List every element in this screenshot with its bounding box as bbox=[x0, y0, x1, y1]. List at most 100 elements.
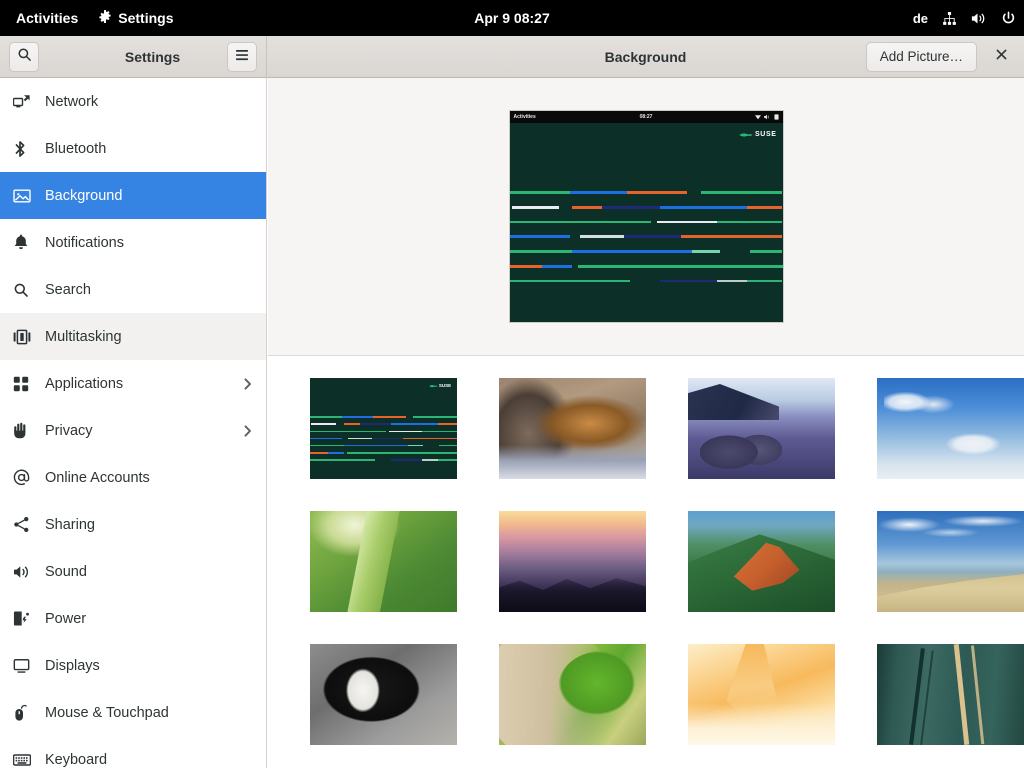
wallpaper-bar bbox=[408, 445, 423, 447]
sidebar-item-label: Online Accounts bbox=[45, 470, 254, 486]
wallpaper-preview-area: Activities 08:27 SUSE bbox=[268, 78, 1024, 356]
wallpaper-thumb-lake-shore[interactable] bbox=[877, 511, 1024, 612]
sidebar-item-label: Mouse & Touchpad bbox=[45, 705, 254, 721]
brown-bear-wallpaper bbox=[499, 378, 646, 479]
sidebar-item-search[interactable]: Search bbox=[0, 266, 266, 313]
wallpaper-bar bbox=[344, 445, 413, 447]
wallpaper-bar bbox=[342, 416, 374, 418]
wallpaper-bar bbox=[701, 191, 783, 194]
wallpaper-thumb-forest-ridge[interactable] bbox=[688, 511, 835, 612]
multitasking-icon bbox=[13, 327, 39, 347]
volume-icon bbox=[13, 562, 39, 582]
wallpaper-bar bbox=[360, 423, 391, 425]
suse-brand-text: SUSE bbox=[755, 131, 776, 138]
background-settings-panel: Activities 08:27 SUSE bbox=[268, 78, 1024, 768]
volume-icon bbox=[764, 114, 771, 120]
wallpaper-thumb-suse-bars[interactable]: SUSE bbox=[310, 378, 457, 479]
wallpaper-bar bbox=[578, 265, 783, 268]
sidebar-item-online-accounts[interactable]: Online Accounts bbox=[0, 454, 266, 501]
blue-sky-wallpaper bbox=[877, 378, 1024, 479]
wallpaper-thumb-beach-rocks[interactable] bbox=[688, 378, 835, 479]
wallpaper-bar bbox=[403, 438, 457, 440]
wallpaper-thumb-brown-bear[interactable] bbox=[499, 378, 646, 479]
wallpaper-bar bbox=[344, 423, 360, 425]
chevron-right-icon bbox=[242, 376, 254, 392]
sidebar-item-bluetooth[interactable]: Bluetooth bbox=[0, 125, 266, 172]
wallpaper-bar bbox=[717, 280, 747, 283]
wallpaper-bar bbox=[310, 431, 386, 433]
system-status-area[interactable]: de bbox=[913, 0, 1016, 36]
sidebar-item-background[interactable]: Background bbox=[0, 172, 266, 219]
network-wired-icon[interactable] bbox=[942, 11, 957, 26]
sidebar-item-multitasking[interactable]: Multitasking bbox=[0, 313, 266, 360]
sidebar-item-label: Notifications bbox=[45, 235, 254, 251]
wallpaper-bar bbox=[510, 265, 543, 268]
wallpaper-thumb-green-grass[interactable] bbox=[310, 511, 457, 612]
wallpaper-bar bbox=[311, 423, 336, 425]
wallpaper-bar bbox=[542, 265, 572, 268]
sidebar-item-displays[interactable]: Displays bbox=[0, 642, 266, 689]
wallpaper-bar bbox=[692, 250, 719, 253]
add-picture-label: Add Picture… bbox=[880, 49, 963, 64]
wallpaper-bar bbox=[572, 250, 700, 253]
search-button[interactable] bbox=[9, 42, 39, 72]
wallpaper-thumb-sleeping-monkey[interactable] bbox=[310, 644, 457, 745]
wallpaper-thumb-rope-knot[interactable] bbox=[877, 644, 1024, 745]
wallpaper-bar bbox=[347, 452, 457, 454]
sidebar-item-notifications[interactable]: Notifications bbox=[0, 219, 266, 266]
mountain-sunset-wallpaper bbox=[499, 511, 646, 612]
settings-sidebar[interactable]: Network Bluetooth Background bbox=[0, 78, 267, 768]
gnome-top-bar: Activities Settings Apr 9 08:27 de bbox=[0, 0, 1024, 36]
keyboard-layout-indicator[interactable]: de bbox=[913, 11, 928, 26]
desktop-preview[interactable]: Activities 08:27 SUSE bbox=[509, 110, 784, 323]
forest-ridge-wallpaper bbox=[688, 511, 835, 612]
activities-label: Activities bbox=[16, 10, 78, 26]
power-icon[interactable] bbox=[1001, 11, 1016, 26]
wallpaper-thumb-green-abstract[interactable] bbox=[499, 644, 646, 745]
wallpaper-row bbox=[310, 511, 1024, 612]
wallpaper-row bbox=[310, 644, 1024, 745]
wallpaper-bar bbox=[627, 191, 687, 194]
wallpaper-thumb-orange-petals[interactable] bbox=[688, 644, 835, 745]
wallpaper-row: SUSE bbox=[310, 378, 1024, 479]
wallpaper-bar bbox=[328, 452, 344, 454]
wallpaper-bar bbox=[310, 438, 342, 440]
activities-button[interactable]: Activities bbox=[6, 0, 88, 36]
sidebar-item-keyboard[interactable]: Keyboard bbox=[0, 736, 266, 768]
wallpaper-bar bbox=[512, 206, 558, 209]
wallpaper-thumb-mountain-sunset[interactable] bbox=[499, 511, 646, 612]
close-button[interactable] bbox=[988, 44, 1014, 70]
sidebar-item-network[interactable]: Network bbox=[0, 78, 266, 125]
wallpaper-bar bbox=[747, 206, 782, 209]
wallpaper-bar bbox=[438, 459, 457, 461]
wallpaper-bar bbox=[348, 438, 372, 440]
wallpaper-thumb-blue-sky[interactable] bbox=[877, 378, 1024, 479]
sidebar-item-label: Network bbox=[45, 94, 254, 110]
wallpaper-bar bbox=[580, 235, 624, 238]
app-menu-button[interactable]: Settings bbox=[88, 0, 183, 36]
sidebar-item-privacy[interactable]: Privacy bbox=[0, 407, 266, 454]
sidebar-item-power[interactable]: Power bbox=[0, 595, 266, 642]
wallpaper-bar bbox=[391, 459, 422, 461]
add-picture-button[interactable]: Add Picture… bbox=[866, 42, 977, 72]
sidebar-item-applications[interactable]: Applications bbox=[0, 360, 266, 407]
bluetooth-icon bbox=[13, 139, 39, 159]
lake-shore-wallpaper bbox=[877, 511, 1024, 612]
wallpaper-bar bbox=[438, 423, 457, 425]
sidebar-item-sound[interactable]: Sound bbox=[0, 548, 266, 595]
wallpaper-bar bbox=[570, 191, 630, 194]
suse-brand-text: SUSE bbox=[439, 383, 451, 388]
green-abstract-wallpaper bbox=[499, 644, 646, 745]
wallpaper-bar bbox=[510, 235, 570, 238]
chevron-right-icon bbox=[242, 423, 254, 439]
sidebar-item-label: Background bbox=[45, 188, 254, 204]
main-menu-button[interactable] bbox=[227, 42, 257, 72]
rope-knot-wallpaper bbox=[877, 644, 1024, 745]
volume-icon[interactable] bbox=[971, 11, 987, 26]
wallpaper-bar bbox=[439, 445, 457, 447]
sidebar-item-mouse-touchpad[interactable]: Mouse & Touchpad bbox=[0, 689, 266, 736]
sidebar-item-label: Privacy bbox=[45, 423, 242, 439]
wallpaper-grid[interactable]: SUSE bbox=[268, 357, 1024, 768]
search-icon bbox=[17, 47, 32, 67]
sidebar-item-sharing[interactable]: Sharing bbox=[0, 501, 266, 548]
